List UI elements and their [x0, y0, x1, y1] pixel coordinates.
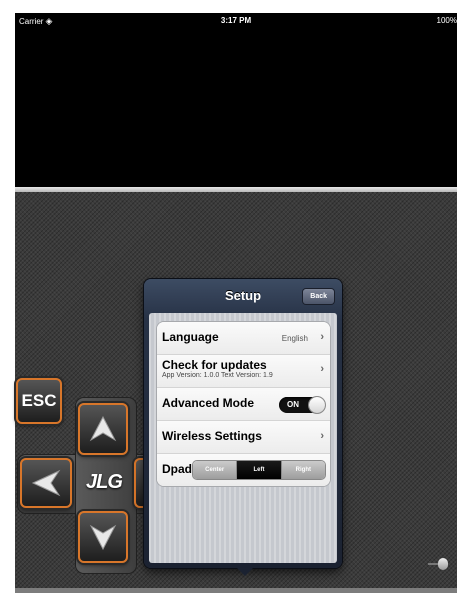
dpad-label: Dpad: [162, 462, 192, 476]
arrow-down-icon: [89, 524, 117, 551]
arrow-left-icon: [31, 469, 61, 497]
check-updates-label: Check for updates: [162, 358, 267, 372]
dpad-left-button[interactable]: [20, 458, 72, 508]
battery-label: 100%: [436, 16, 457, 25]
wireless-settings-row[interactable]: Wireless Settings ›: [157, 421, 330, 454]
popover-body: Language English › Check for updates App…: [149, 313, 337, 563]
advanced-mode-label: Advanced Mode: [162, 396, 255, 410]
status-bar: Carrier ◈ 3:17 PM 100%: [15, 13, 457, 30]
camera-view: [15, 30, 457, 187]
chevron-right-icon: ›: [320, 430, 324, 442]
setup-popover: Setup Back Language English › Check for …: [144, 279, 342, 568]
settings-list: Language English › Check for updates App…: [157, 322, 330, 486]
esc-label: ESC: [21, 391, 57, 410]
dpad-option-right[interactable]: Right: [281, 461, 325, 479]
dpad-up-button[interactable]: [78, 403, 128, 455]
plug-cord: [428, 563, 438, 565]
dpad-segmented-control: Center Left Right: [193, 461, 325, 479]
chevron-right-icon: ›: [320, 363, 324, 375]
esc-button[interactable]: ESC: [16, 378, 62, 424]
back-button[interactable]: Back: [303, 289, 334, 304]
chevron-right-icon: ›: [320, 331, 324, 343]
language-row[interactable]: Language English ›: [157, 322, 330, 355]
arrow-up-icon: [89, 415, 117, 442]
language-value: English: [281, 334, 308, 343]
plug-head: [438, 558, 448, 570]
plug-icon: [428, 557, 450, 571]
advanced-mode-toggle[interactable]: ON: [279, 397, 325, 413]
popover-arrow: [236, 567, 254, 576]
dpad-row: Dpad Center Left Right: [157, 454, 330, 486]
toggle-state: ON: [287, 400, 299, 409]
dpad-down-button[interactable]: [78, 511, 128, 563]
clock: 3:17 PM: [220, 16, 252, 25]
version-info: App Version: 1.0.0 Text Version: 1.9: [162, 372, 273, 379]
wireless-settings-label: Wireless Settings: [162, 429, 262, 443]
jlg-logo: JLG: [86, 470, 123, 493]
language-label: Language: [162, 330, 219, 344]
dpad-option-center[interactable]: Center: [193, 461, 238, 479]
check-updates-row[interactable]: Check for updates App Version: 1.0.0 Tex…: [157, 355, 330, 388]
bottom-bar: [15, 588, 457, 593]
dpad-option-left[interactable]: Left: [237, 461, 282, 479]
advanced-mode-row: Advanced Mode ON: [157, 388, 330, 421]
toggle-knob: [309, 397, 325, 413]
